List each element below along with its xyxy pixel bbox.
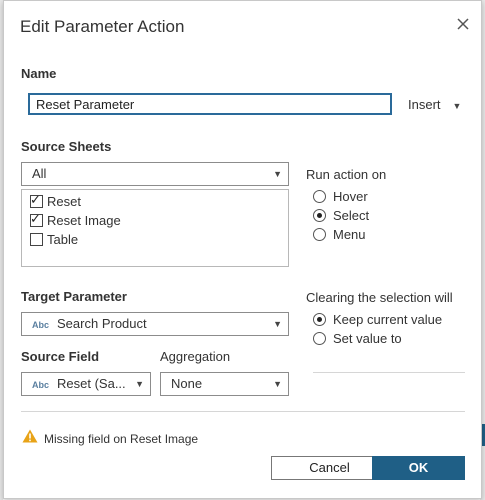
edit-parameter-action-dialog: Edit Parameter Action Name Insert ▼ Sourc… — [3, 0, 482, 499]
target-parameter-label: Target Parameter — [21, 289, 127, 304]
radio-label: Keep current value — [333, 312, 443, 327]
radio-menu[interactable]: Menu — [313, 227, 366, 242]
name-input[interactable] — [28, 93, 392, 115]
sheet-label: Reset Image — [47, 213, 121, 228]
aggregation-select[interactable]: None ▼ — [160, 372, 289, 396]
chevron-down-icon: ▼ — [273, 379, 282, 389]
radio-dot — [317, 213, 322, 218]
sheet-list: ✓ Reset ✓ Reset Image Table — [21, 189, 289, 267]
cancel-button[interactable]: Cancel — [271, 456, 388, 480]
sheet-item-reset[interactable]: ✓ Reset — [30, 192, 81, 209]
radio-button[interactable] — [313, 209, 326, 222]
clearing-label: Clearing the selection will — [306, 290, 453, 305]
checkbox[interactable]: ✓ — [30, 211, 43, 227]
radio-select[interactable]: Select — [313, 208, 369, 223]
chevron-down-icon: ▼ — [135, 379, 144, 389]
radio-button[interactable] — [313, 313, 326, 326]
source-sheets-select[interactable]: All ▼ — [21, 162, 289, 186]
checkbox[interactable] — [30, 233, 43, 246]
sheet-label: Table — [47, 232, 79, 247]
insert-label: Insert — [408, 97, 441, 112]
radio-keep-current-value[interactable]: Keep current value — [313, 312, 442, 327]
chevron-down-icon: ▼ — [273, 319, 282, 329]
aggregation-label: Aggregation — [160, 349, 231, 364]
ok-button[interactable]: OK — [372, 456, 465, 480]
name-label: Name — [21, 66, 57, 81]
checkbox[interactable]: ✓ — [30, 192, 43, 208]
sheet-item-reset-image[interactable]: ✓ Reset Image — [30, 211, 121, 228]
radio-label: Set value to — [333, 331, 402, 346]
aggregation-value: None — [171, 376, 203, 391]
warning-icon — [22, 429, 38, 443]
source-field-value: Reset (Sa... — [57, 376, 126, 391]
radio-button[interactable] — [313, 228, 326, 241]
target-parameter-select[interactable]: Abc Search Product ▼ — [21, 312, 289, 336]
radio-hover[interactable]: Hover — [313, 189, 368, 204]
warning-text: Missing field on Reset Image — [44, 432, 199, 446]
source-field-label: Source Field — [21, 349, 100, 364]
string-type-icon: Abc — [32, 380, 50, 390]
sheet-label: Reset — [47, 194, 81, 209]
source-sheets-selected: All — [32, 166, 47, 181]
radio-dot — [317, 317, 322, 322]
check-icon: ✓ — [30, 211, 41, 226]
radio-label: Menu — [333, 227, 366, 242]
string-type-icon: Abc — [32, 320, 50, 330]
source-sheets-label: Source Sheets — [21, 139, 112, 154]
radio-set-value-to[interactable]: Set value to — [313, 331, 402, 346]
radio-button[interactable] — [313, 190, 326, 203]
insert-dropdown[interactable]: Insert ▼ — [408, 97, 461, 112]
close-icon[interactable] — [454, 15, 472, 33]
footer-divider — [21, 411, 465, 412]
sheet-item-table[interactable]: Table — [30, 232, 78, 247]
set-value-divider — [313, 372, 465, 373]
radio-button[interactable] — [313, 332, 326, 345]
check-icon: ✓ — [30, 192, 41, 207]
radio-label: Select — [333, 208, 370, 223]
run-action-label: Run action on — [306, 167, 387, 182]
source-field-select[interactable]: Abc Reset (Sa... ▼ — [21, 372, 151, 396]
dialog-title: Edit Parameter Action — [20, 17, 185, 36]
radio-label: Hover — [333, 189, 368, 204]
chevron-down-icon: ▼ — [452, 101, 462, 111]
target-parameter-value: Search Product — [57, 316, 147, 331]
chevron-down-icon: ▼ — [273, 169, 282, 179]
